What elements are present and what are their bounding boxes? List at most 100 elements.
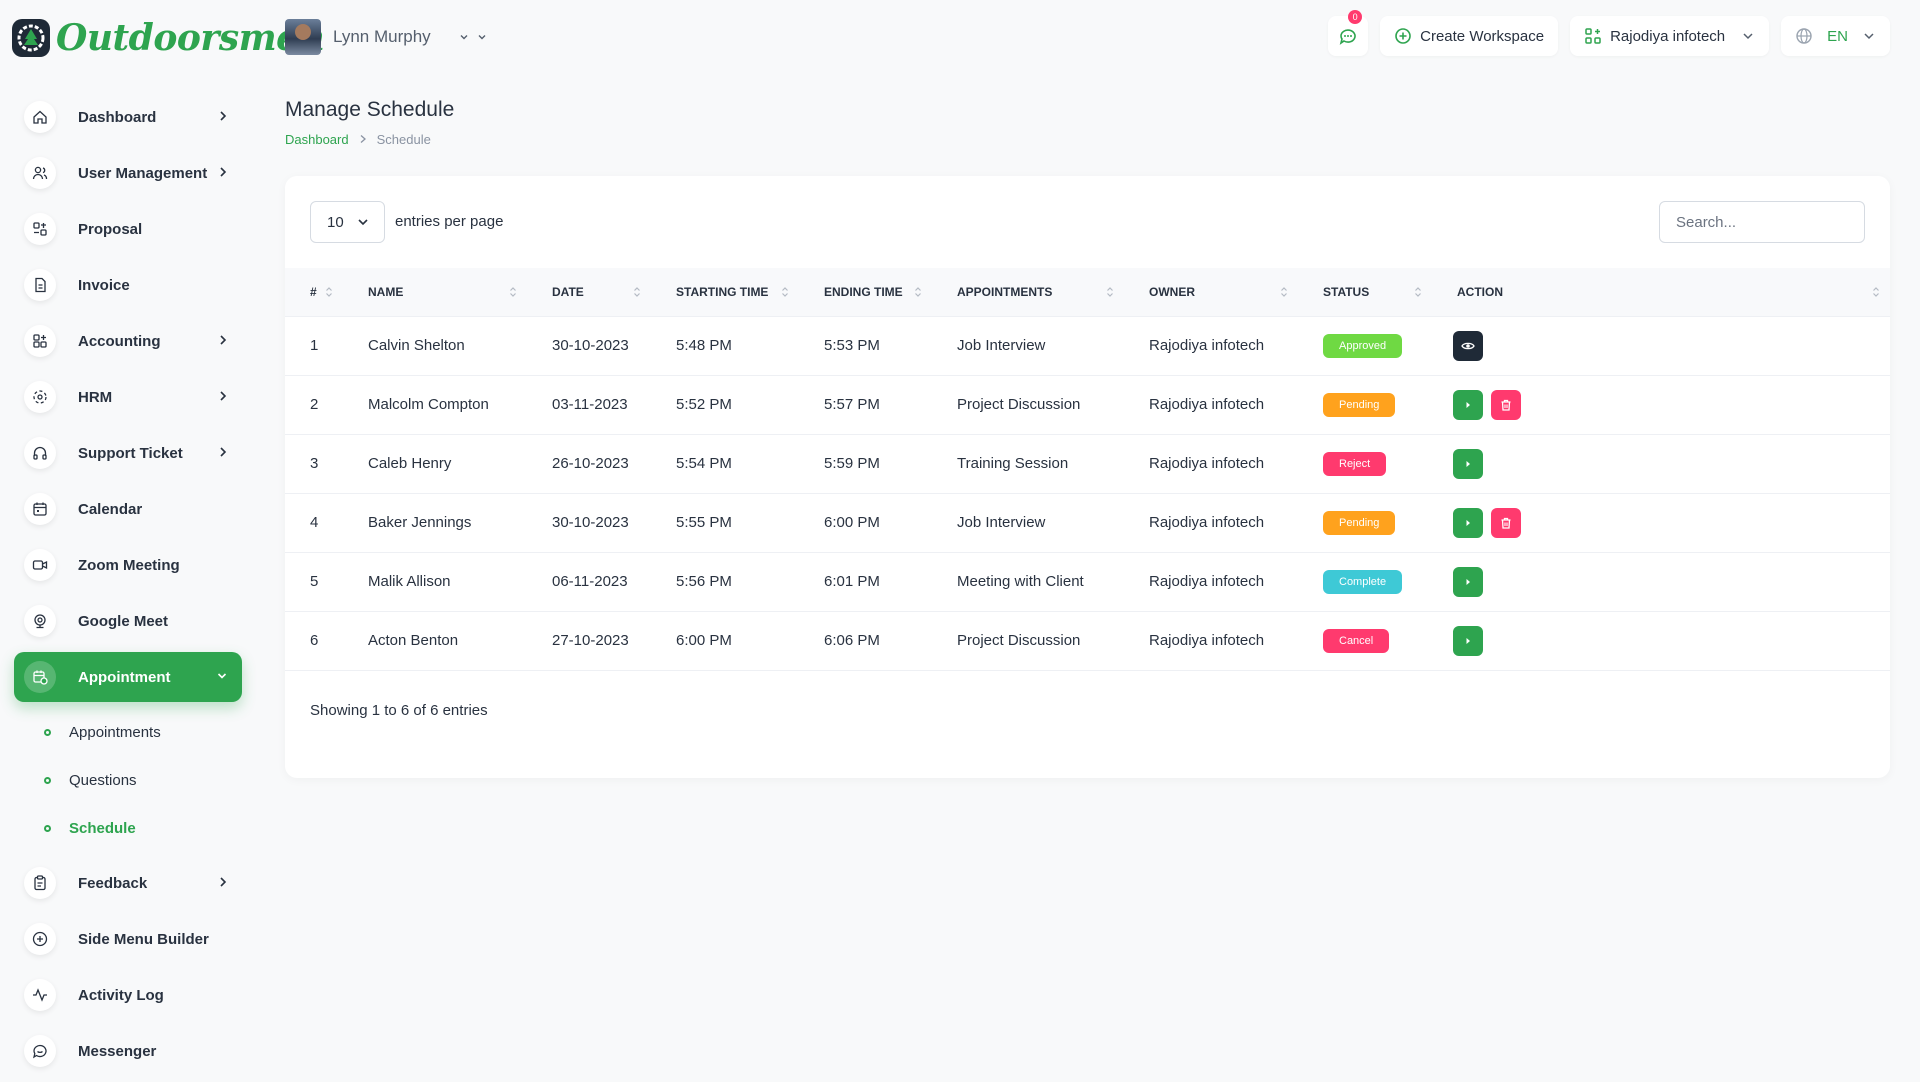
caret-right-icon <box>1462 635 1474 647</box>
per-page-select[interactable]: 10 <box>310 201 385 243</box>
date-cell: 30-10-2023 <box>527 492 651 552</box>
column-header-starting-time[interactable]: STARTING TIME <box>651 268 799 316</box>
calendar-icon <box>24 493 56 525</box>
sort-icon[interactable] <box>633 286 641 301</box>
sort-icon[interactable] <box>914 286 922 301</box>
action-button[interactable] <box>1453 507 1483 538</box>
column-header-label: STATUS <box>1323 284 1370 299</box>
column-header-label: DATE <box>552 284 584 299</box>
sidebar-item-label: Invoice <box>78 276 130 294</box>
date-cell: 06-11-2023 <box>527 551 651 611</box>
pagination-info: Showing 1 to 6 of 6 entries <box>310 702 488 719</box>
search-input[interactable] <box>1659 201 1865 243</box>
breadcrumb-dashboard-link[interactable]: Dashboard <box>285 132 349 147</box>
breadcrumb: Dashboard Schedule <box>285 132 431 147</box>
sort-icon[interactable] <box>325 286 333 301</box>
sidebar-item-google-meet[interactable]: Google Meet <box>14 596 242 646</box>
view-button[interactable] <box>1453 330 1483 361</box>
per-page-label: entries per page <box>395 213 504 230</box>
chevron-right-icon <box>218 875 228 893</box>
table-row: 4 Baker Jennings 30-10-2023 5:55 PM 6:00 PM J… <box>285 492 1890 552</box>
chevron-right-icon <box>218 165 228 183</box>
start-time-cell: 5:52 PM <box>651 374 799 434</box>
appointment-cell: Job Interview <box>932 315 1124 375</box>
action-button[interactable] <box>1453 625 1483 656</box>
workspace-dropdown[interactable]: Rajodiya infotech <box>1570 16 1770 56</box>
column-header-number[interactable]: # <box>285 268 343 316</box>
sort-icon[interactable] <box>1414 286 1422 301</box>
sidebar-item-invoice[interactable]: Invoice <box>14 260 242 310</box>
submenu-item-questions[interactable]: Questions <box>40 756 242 804</box>
sidebar-item-label: Accounting <box>78 332 161 350</box>
table-row: 2 Malcolm Compton 03-11-2023 5:52 PM 5:57 PM… <box>285 374 1890 434</box>
column-header-action[interactable]: ACTION <box>1432 268 1890 316</box>
action-button[interactable] <box>1453 389 1483 420</box>
chevron-down-icon <box>478 35 486 40</box>
sidebar-item-messenger[interactable]: Messenger <box>14 1026 242 1076</box>
video-icon <box>24 549 56 581</box>
action-button[interactable] <box>1453 448 1483 479</box>
sort-icon[interactable] <box>509 286 517 301</box>
create-workspace-button[interactable]: Create Workspace <box>1380 16 1559 56</box>
start-time-cell: 5:55 PM <box>651 492 799 552</box>
end-time-cell: 6:01 PM <box>799 551 932 611</box>
calendar-time-icon <box>24 661 56 693</box>
sidebar-item-label: Support Ticket <box>78 444 183 462</box>
bullet-icon <box>44 824 51 832</box>
topbar-actions: 0 Create Workspace Rajodiya infotech EN <box>1328 10 1890 56</box>
users-icon <box>24 157 56 189</box>
column-header-label: ACTION <box>1457 284 1503 299</box>
column-header-label: # <box>310 284 317 299</box>
sidebar-item-calendar[interactable]: Calendar <box>14 484 242 534</box>
name-cell: Baker Jennings <box>343 492 527 552</box>
submenu-item-label: Appointments <box>69 723 161 741</box>
user-dropdown-toggle[interactable] <box>459 32 487 42</box>
owner-cell: Rajodiya infotech <box>1124 374 1298 434</box>
sidebar-item-dashboard[interactable]: Dashboard <box>14 92 242 142</box>
language-dropdown[interactable]: EN <box>1781 16 1890 56</box>
column-header-owner[interactable]: OWNER <box>1124 268 1298 316</box>
chevron-down-icon <box>1743 33 1753 40</box>
sidebar-item-label: Google Meet <box>78 612 169 630</box>
user-menu[interactable]: Lynn Murphy <box>285 18 487 56</box>
sort-icon[interactable] <box>781 286 789 301</box>
sidebar-item-accounting[interactable]: Accounting <box>14 316 242 366</box>
sort-icon[interactable] <box>1280 286 1288 301</box>
sidebar-item-proposal[interactable]: Proposal <box>14 204 242 254</box>
start-time-cell: 5:56 PM <box>651 551 799 611</box>
table-controls: 10 entries per page <box>310 201 1865 243</box>
submenu-item-schedule[interactable]: Schedule <box>40 804 242 852</box>
submenu-item-appointments[interactable]: Appointments <box>40 708 242 756</box>
sort-icon[interactable] <box>1106 286 1114 301</box>
end-time-cell: 6:00 PM <box>799 492 932 552</box>
sort-icon[interactable] <box>1872 286 1880 301</box>
sidebar-item-appointment[interactable]: Appointment <box>14 652 242 702</box>
sidebar-item-feedback[interactable]: Feedback <box>14 858 242 908</box>
action-cell <box>1432 551 1890 611</box>
column-header-status[interactable]: STATUS <box>1298 268 1432 316</box>
column-header-label: NAME <box>368 284 404 299</box>
table-row: 5 Malik Allison 06-11-2023 5:56 PM 6:01 PM Me… <box>285 551 1890 611</box>
delete-button[interactable] <box>1491 507 1521 538</box>
table-body: 1 Calvin Shelton 30-10-2023 5:48 PM 5:53 PM J… <box>285 315 1890 671</box>
caret-right-icon <box>1462 517 1474 529</box>
column-header-appointments[interactable]: APPOINTMENTS <box>932 268 1124 316</box>
name-cell: Calvin Shelton <box>343 315 527 375</box>
sidebar-item-side-menu-builder[interactable]: Side Menu Builder <box>14 914 242 964</box>
column-header-date[interactable]: DATE <box>527 268 651 316</box>
sidebar-item-support-ticket[interactable]: Support Ticket <box>14 428 242 478</box>
sidebar-item-hrm[interactable]: HRM <box>14 372 242 422</box>
sidebar-item-user-management[interactable]: User Management <box>14 148 242 198</box>
delete-button[interactable] <box>1491 389 1521 420</box>
action-button[interactable] <box>1453 566 1483 597</box>
brand-logo[interactable]: Outdoorsmen <box>12 14 325 62</box>
messages-button[interactable]: 0 <box>1328 10 1369 56</box>
sidebar-item-activity-log[interactable]: Activity Log <box>14 970 242 1020</box>
column-header-name[interactable]: NAME <box>343 268 527 316</box>
chevron-down-icon <box>460 35 468 40</box>
sidebar-item-label: Appointment <box>78 668 171 686</box>
date-cell: 30-10-2023 <box>527 315 651 375</box>
action-cell <box>1432 433 1890 493</box>
sidebar-item-zoom-meeting[interactable]: Zoom Meeting <box>14 540 242 590</box>
column-header-ending-time[interactable]: ENDING TIME <box>799 268 932 316</box>
